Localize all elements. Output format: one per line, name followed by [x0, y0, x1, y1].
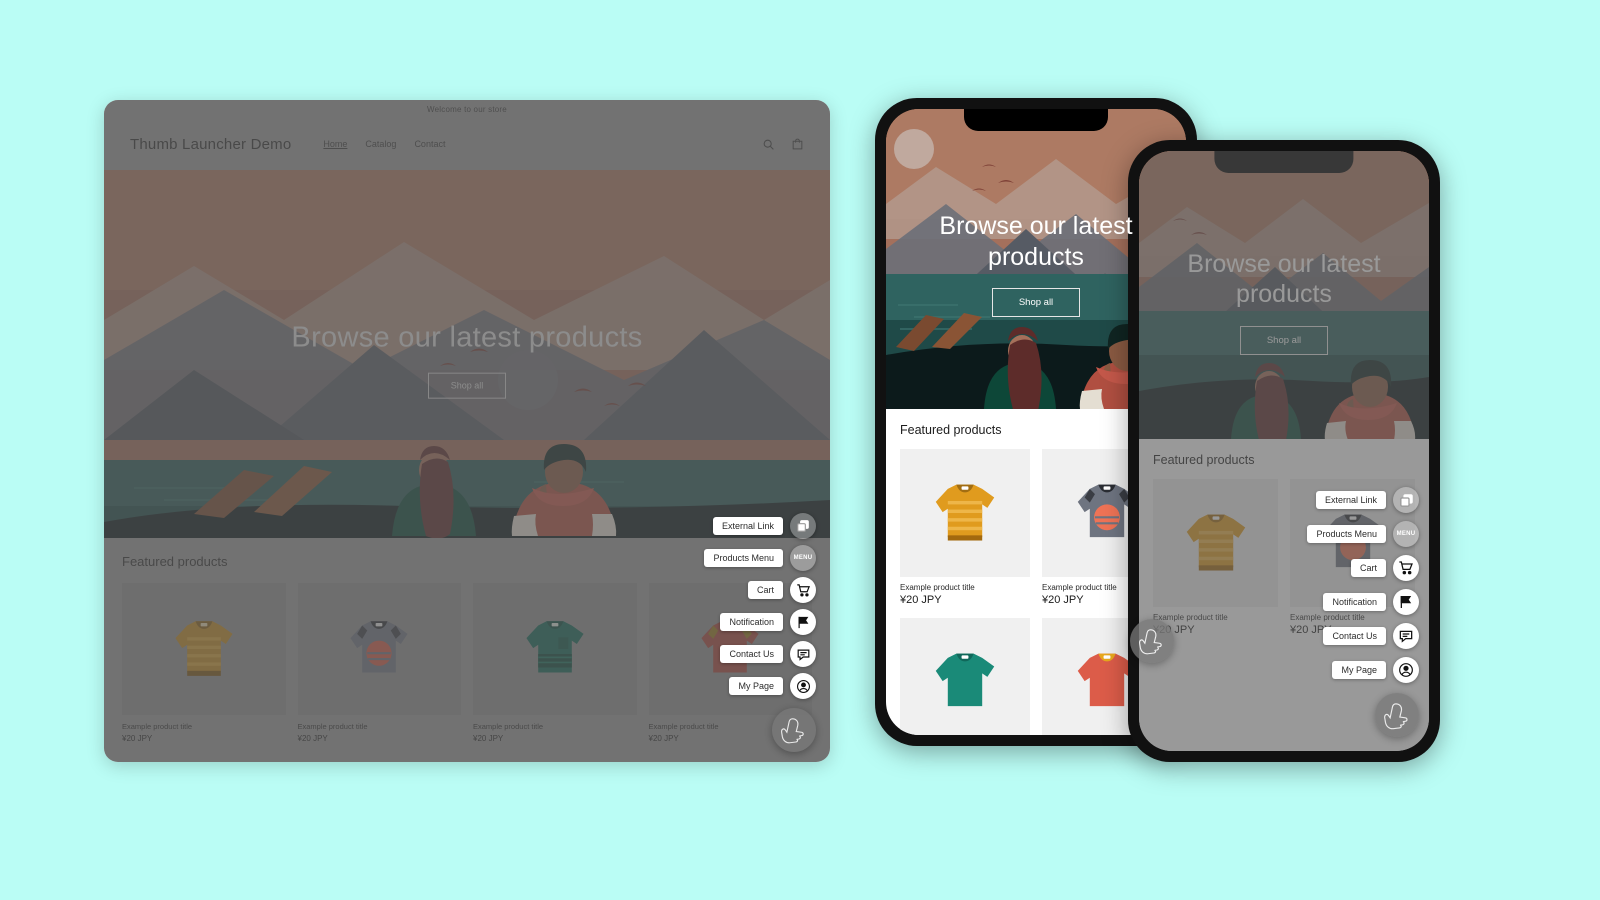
chat-bubble-icon[interactable]	[1393, 623, 1419, 649]
product-image	[122, 583, 286, 715]
shopping-cart-icon[interactable]	[1393, 555, 1419, 581]
hero-copy: Browse our latest products Shop all	[1139, 249, 1429, 355]
product-price: ¥20 JPY	[122, 734, 153, 743]
hero-title: Browse our latest products	[939, 212, 1133, 271]
flag-icon[interactable]	[1393, 589, 1419, 615]
thumb-launcher-icon	[781, 718, 804, 744]
fab-item-external-link[interactable]: External Link	[1239, 487, 1419, 513]
fab-item-contact-us[interactable]: Contact Us	[636, 641, 816, 667]
fab-item-cart[interactable]: Cart	[636, 577, 816, 603]
announcement-text: Welcome to our store	[427, 104, 507, 114]
product-title: Example product title	[473, 722, 544, 731]
product-price: ¥20 JPY	[900, 594, 942, 606]
product-price: ¥20 JPY	[297, 734, 328, 743]
fab-label: My Page	[729, 677, 783, 695]
product-card[interactable]: Example product title ¥20 JPY	[122, 583, 286, 743]
user-circle-icon[interactable]	[790, 673, 816, 699]
nav-item-home[interactable]: Home	[323, 139, 347, 149]
shop-all-button[interactable]: Shop all	[991, 288, 1081, 317]
tshirt-teal-pocket-icon	[526, 621, 584, 673]
search-icon[interactable]	[762, 138, 775, 151]
product-image	[900, 449, 1030, 577]
menu-text-icon[interactable]: MENU	[1393, 521, 1419, 547]
user-circle-icon[interactable]	[1393, 657, 1419, 683]
hero-title: Browse our latest products	[1187, 249, 1381, 309]
tablet-mockup: Welcome to our store Thumb Launcher Demo…	[104, 100, 830, 762]
copy-stack-icon[interactable]	[790, 513, 816, 539]
fab-label: Products Menu	[704, 549, 783, 567]
site-header: Thumb Launcher Demo Home Catalog Contact	[104, 118, 830, 170]
nav-item-catalog[interactable]: Catalog	[365, 139, 396, 149]
phone-notch	[964, 109, 1108, 131]
fab-label: External Link	[1315, 491, 1386, 509]
announcement-bar: Welcome to our store	[104, 100, 830, 118]
menu-icon-text: MENU	[793, 555, 813, 561]
screenshot-stage: Welcome to our store Thumb Launcher Demo…	[0, 0, 1600, 900]
hero-copy: Browse our latest products Shop all	[104, 322, 830, 399]
shop-all-button[interactable]: Shop all	[427, 372, 507, 399]
product-title: Example product title	[122, 722, 193, 731]
flag-icon[interactable]	[790, 609, 816, 635]
menu-text-icon[interactable]: MENU	[790, 545, 816, 571]
thumb-launcher-menu: External Link Products Menu MENU Cart No…	[636, 513, 816, 752]
thumb-launcher-icon	[1139, 629, 1162, 655]
thumb-launcher-button[interactable]	[772, 708, 816, 752]
product-price: ¥20 JPY	[473, 734, 504, 743]
fab-label: Cart	[1350, 559, 1386, 577]
phone-notch	[1214, 151, 1354, 173]
chat-bubble-icon[interactable]	[790, 641, 816, 667]
fab-item-external-link[interactable]: External Link	[636, 513, 816, 539]
thumb-launcher-icon	[1383, 702, 1408, 729]
fab-item-my-page[interactable]: My Page	[1239, 657, 1419, 683]
main-nav: Home Catalog Contact	[323, 139, 445, 149]
fab-item-products-menu[interactable]: Products Menu MENU	[1239, 521, 1419, 547]
product-title: Example product title	[297, 722, 368, 731]
tshirt-sunset-grey-icon	[350, 621, 408, 673]
product-card[interactable]: Example product title ¥20 JPY	[297, 583, 461, 743]
tshirt-teal-pocket-icon	[935, 653, 995, 707]
fab-label: Contact Us	[720, 645, 783, 663]
menu-icon-text: MENU	[1396, 531, 1416, 537]
fab-item-notification[interactable]: Notification	[636, 609, 816, 635]
shopping-cart-icon[interactable]	[790, 577, 816, 603]
hero-banner: Browse our latest products Shop all	[1139, 151, 1429, 439]
hero-banner: Browse our latest products Shop all	[104, 170, 830, 538]
product-image	[297, 583, 461, 715]
header-icons	[762, 138, 804, 151]
thumb-launcher-menu: External Link Products Menu MENU Cart No…	[1239, 487, 1419, 737]
fab-item-my-page[interactable]: My Page	[636, 673, 816, 699]
thumb-launcher-button[interactable]	[1375, 693, 1419, 737]
shop-all-button[interactable]: Shop all	[1239, 325, 1329, 355]
product-title: Example product title	[900, 583, 975, 592]
fab-item-notification[interactable]: Notification	[1239, 589, 1419, 615]
fab-label: External Link	[712, 517, 783, 535]
tshirt-striped-orange-icon	[935, 484, 995, 541]
fab-label: Cart	[747, 581, 783, 599]
product-card[interactable]: Example product title ¥20 JPY	[900, 618, 1030, 735]
product-image	[900, 618, 1030, 735]
fab-item-products-menu[interactable]: Products Menu MENU	[636, 545, 816, 571]
tshirt-striped-orange-icon	[175, 621, 233, 676]
fab-label: Contact Us	[1323, 627, 1386, 645]
hero-title: Browse our latest products	[291, 321, 643, 354]
brand-title: Thumb Launcher Demo	[130, 135, 292, 153]
product-card[interactable]: Example product title ¥20 JPY	[473, 583, 637, 743]
section-title: Featured products	[1153, 453, 1255, 467]
fab-label: My Page	[1332, 661, 1386, 679]
fab-item-contact-us[interactable]: Contact Us	[1239, 623, 1419, 649]
product-card[interactable]: Example product title ¥20 JPY	[900, 449, 1030, 606]
copy-stack-icon[interactable]	[1393, 487, 1419, 513]
fab-label: Products Menu	[1307, 525, 1386, 543]
fab-label: Notification	[1323, 593, 1386, 611]
cart-icon[interactable]	[791, 138, 804, 151]
product-image	[473, 583, 637, 715]
thumb-launcher-button[interactable]	[1130, 619, 1174, 663]
nav-item-contact[interactable]: Contact	[414, 139, 445, 149]
fab-item-cart[interactable]: Cart	[1239, 555, 1419, 581]
fab-label: Notification	[720, 613, 783, 631]
